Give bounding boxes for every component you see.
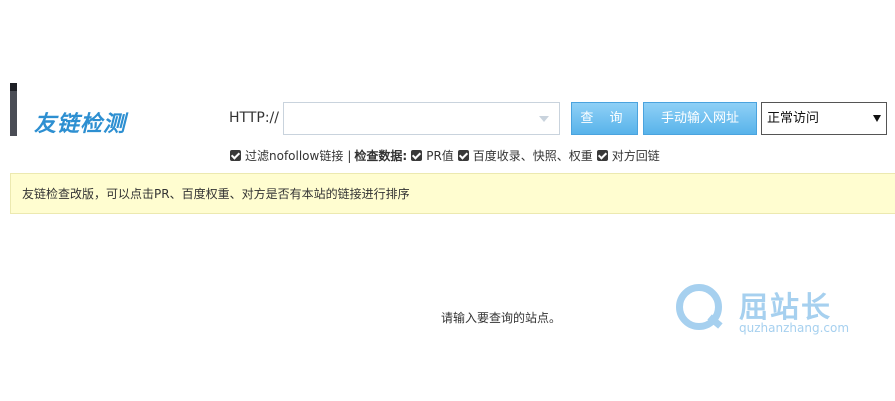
- check-baidu-label: 百度收录、快照、权重: [472, 149, 593, 163]
- check-baidu-option[interactable]: 百度收录、快照、权重: [457, 147, 593, 164]
- access-mode-value: 正常访问: [767, 111, 820, 126]
- url-input[interactable]: [284, 103, 540, 134]
- filter-nofollow-label: 过滤nofollow链接: [245, 149, 344, 163]
- check-baidu-checkbox[interactable]: [457, 150, 469, 161]
- options-separator: |: [347, 148, 352, 163]
- page-title: 友链检测: [34, 112, 127, 137]
- query-button[interactable]: 查 询: [571, 102, 638, 135]
- empty-result-message: 请输入要查询的站点。: [441, 311, 562, 325]
- notice-banner: 友链检查改版，可以点击PR、百度权重、对方是否有本站的链接进行排序: [10, 173, 895, 214]
- dropdown-arrow-icon: [873, 115, 881, 122]
- watermark: 屈站长 quzhanzhang.com: [676, 284, 891, 344]
- check-backlink-checkbox[interactable]: [596, 150, 608, 161]
- check-backlink-label: 对方回链: [611, 149, 660, 163]
- access-mode-select[interactable]: 正常访问: [761, 102, 887, 135]
- watermark-name: 屈站长: [739, 290, 833, 324]
- http-prefix-label: HTTP://: [229, 110, 279, 126]
- check-pr-option[interactable]: PR值: [411, 147, 454, 164]
- logo-bar: [10, 83, 17, 136]
- check-backlink-option[interactable]: 对方回链: [596, 147, 660, 164]
- watermark-q-icon: [676, 284, 722, 330]
- check-pr-label: PR值: [426, 149, 454, 163]
- filter-nofollow-checkbox[interactable]: [230, 150, 241, 161]
- manual-input-button[interactable]: 手动输入网址: [643, 102, 757, 135]
- watermark-url: quzhanzhang.com: [739, 321, 850, 335]
- options-row: 过滤nofollow链接 | 检查数据: PR值 百度收录、快照、权重 对方回链: [230, 147, 664, 164]
- url-input-box[interactable]: [283, 102, 560, 135]
- check-data-label: 检查数据:: [354, 149, 408, 163]
- history-dropdown-icon[interactable]: [539, 116, 549, 122]
- filter-nofollow-option[interactable]: 过滤nofollow链接: [230, 147, 343, 164]
- check-pr-checkbox[interactable]: [411, 150, 423, 161]
